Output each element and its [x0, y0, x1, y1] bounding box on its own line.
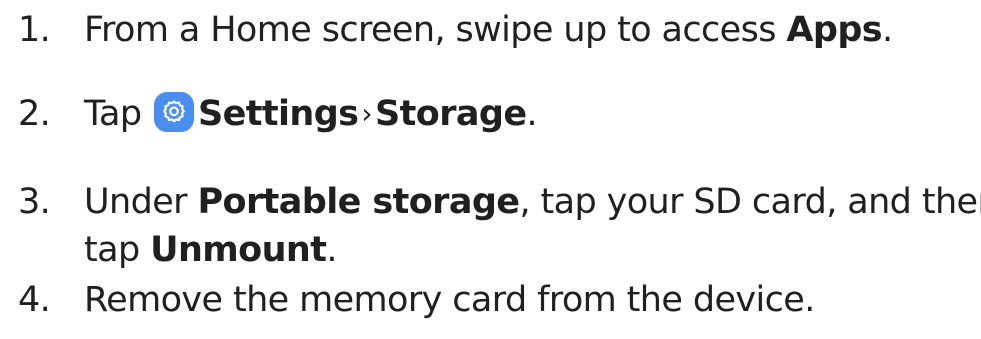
apps-label: Apps	[786, 10, 883, 50]
step-line: tap Unmount.	[84, 230, 337, 270]
instruction-steps: 1. From a Home screen, swipe up to acces…	[0, 0, 981, 339]
step-number: 1.	[18, 10, 51, 50]
step-text: Remove the memory card from the device.	[84, 280, 815, 320]
step-text: Under Portable storage, tap your SD card…	[84, 178, 981, 274]
step-text: Tap Settings ›Storage.	[84, 90, 538, 138]
step-number: 2.	[18, 94, 51, 134]
breadcrumb-separator: ›	[361, 97, 373, 130]
unmount-label: Unmount	[150, 230, 327, 270]
step-number: 4.	[18, 280, 51, 320]
step-text: From a Home screen, swipe up to access A…	[84, 10, 893, 50]
settings-label: Settings	[197, 94, 359, 134]
storage-label: Storage	[375, 94, 527, 134]
step-number: 3.	[18, 182, 51, 222]
step-line: Under Portable storage, tap your SD card…	[84, 182, 981, 222]
settings-gear-icon	[153, 92, 194, 132]
portable-storage-label: Portable storage	[197, 182, 520, 222]
